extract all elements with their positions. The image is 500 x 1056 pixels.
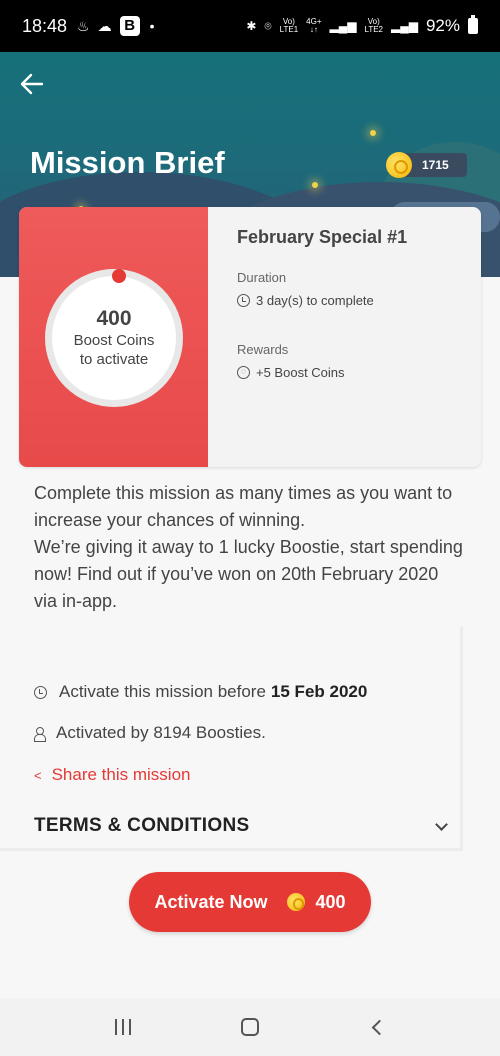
mission-card: 400 Boost Coins to activate February Spe…: [19, 207, 481, 467]
location-icon: ⌾: [264, 18, 272, 33]
dial-indicator: [112, 269, 126, 283]
person-icon: [34, 726, 46, 742]
coin-icon: [386, 152, 412, 178]
signal-1: Vo) LTE1: [279, 17, 299, 34]
duration-value: 3 day(s) to complete: [256, 293, 374, 308]
bluetooth-icon: ✱: [246, 19, 257, 33]
activate-before-text: Activate this mission before: [59, 682, 266, 701]
battery-icon: [468, 15, 478, 34]
status-right: ✱ ⌾ Vo) LTE1 4G+ ↓↑ ▂▄▆ Vo) LTE2 ▂▄▆ 92%: [246, 15, 478, 36]
activate-before-row: Activate this mission before 15 Feb 2020: [34, 682, 367, 702]
activate-before-date: 15 Feb 2020: [270, 682, 368, 701]
battery-percent: 92%: [425, 16, 460, 35]
activated-by-text: Activated by 8194 Boosties.: [56, 723, 266, 742]
signal-2: Vo) LTE2: [364, 17, 383, 34]
home-icon[interactable]: [230, 1007, 270, 1047]
mission-info-section: Activate this mission before 15 Feb 2020…: [0, 627, 463, 851]
dot-icon: •: [149, 18, 155, 34]
coin-icon: [287, 893, 306, 911]
cost-label-1: Boost Coins: [73, 332, 155, 349]
cost-amount: 400: [96, 307, 132, 330]
terms-conditions-toggle[interactable]: TERMS & CONDITIONS: [34, 815, 454, 837]
cost-label-2: to activate: [79, 351, 149, 368]
duration-row: 3 day(s) to complete: [237, 293, 467, 308]
network-type: 4G+ ↓↑: [306, 17, 322, 34]
rewards-row: ◌ +5 Boost Coins: [237, 365, 467, 380]
share-label: Share this mission: [51, 765, 191, 784]
status-bar: 18:48 ♨ ☁ B • ✱ ⌾ Vo) LTE1 4G+ ↓↑ ▂▄▆ Vo) L…: [0, 0, 500, 52]
notification-icon: ♨: [77, 17, 90, 34]
description-paragraph: Complete this mission as many times as y…: [34, 483, 453, 530]
terms-label: TERMS & CONDITIONS: [34, 815, 250, 836]
star-decoration: [312, 182, 318, 188]
activate-label: Activate Now: [154, 891, 268, 912]
recents-icon[interactable]: [103, 1007, 143, 1047]
coin-balance-value: 1715: [404, 153, 467, 177]
mission-details: February Special #1 Duration 3 day(s) to…: [237, 227, 467, 380]
mission-name: February Special #1: [237, 227, 408, 247]
system-nav-bar: [0, 998, 500, 1056]
activate-amount: 400: [315, 891, 346, 912]
back-arrow-icon[interactable]: [20, 72, 50, 100]
weather-icon: ☁: [97, 17, 112, 34]
share-icon: <: [34, 767, 42, 783]
star-decoration: [370, 130, 376, 136]
coin-outline-icon: ◌: [237, 366, 250, 379]
status-time: 18:48: [22, 15, 68, 36]
activated-by-row: Activated by 8194 Boosties.: [34, 723, 266, 743]
mission-cost-panel: 400 Boost Coins to activate: [19, 207, 208, 467]
coin-balance[interactable]: 1715: [386, 152, 467, 178]
cost-dial: 400 Boost Coins to activate: [45, 269, 183, 407]
signal-bars-icon: ▂▄▆: [329, 19, 357, 33]
chevron-down-icon: [435, 817, 448, 831]
app-notification-icon: B: [119, 16, 140, 36]
activate-now-button[interactable]: Activate Now 400: [129, 872, 371, 932]
page-title: Mission Brief: [30, 145, 225, 180]
signal-bars-icon-2: ▂▄▆: [391, 19, 418, 33]
rewards-value: +5 Boost Coins: [256, 365, 345, 380]
duration-label: Duration: [237, 270, 287, 285]
nav-back-icon[interactable]: [357, 1007, 397, 1047]
mission-description: Complete this mission as many times as y…: [34, 480, 464, 615]
share-mission-link[interactable]: < Share this mission: [34, 765, 190, 785]
clock-icon: [34, 685, 47, 699]
clock-icon: [237, 294, 250, 307]
description-paragraph: We’re giving it away to 1 lucky Boostie,…: [34, 537, 463, 611]
rewards-label: Rewards: [237, 342, 289, 357]
